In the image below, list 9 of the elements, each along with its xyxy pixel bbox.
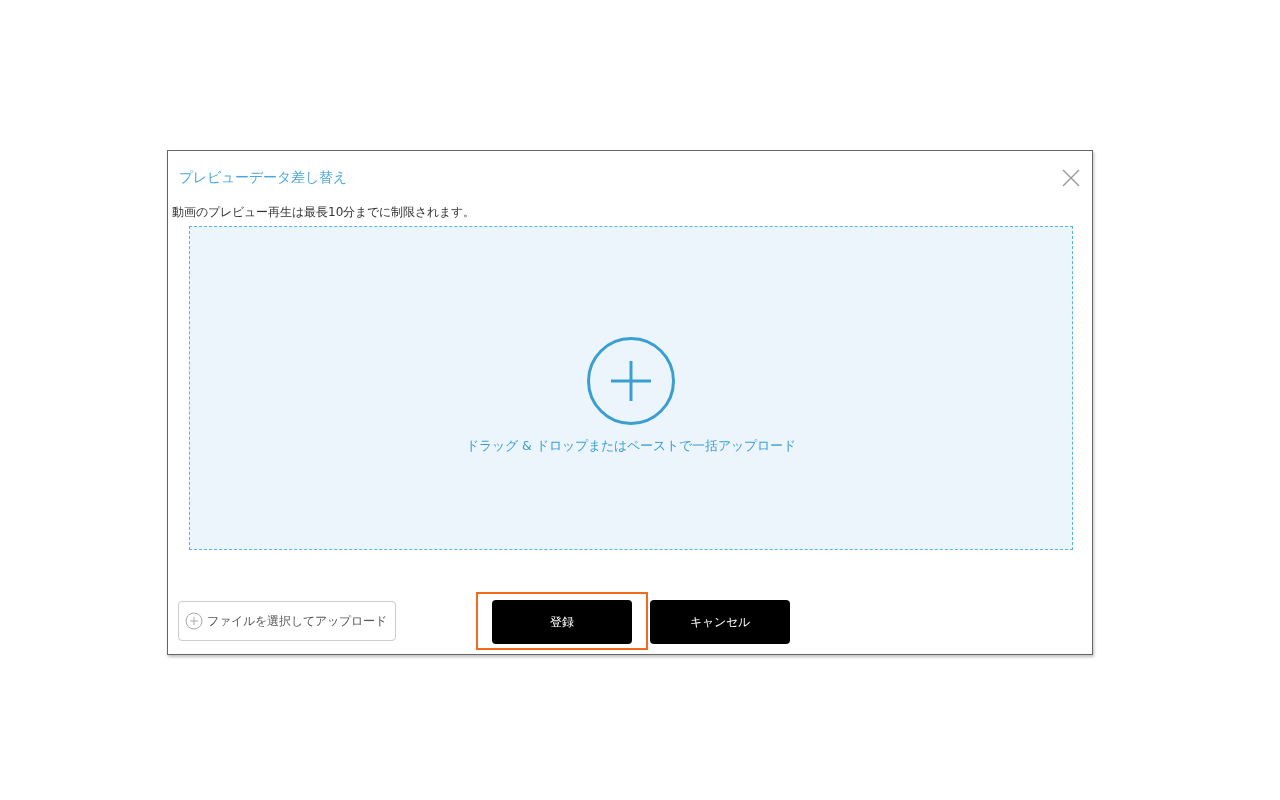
action-button[interactable]: キャンセル — [650, 600, 790, 644]
close-icon[interactable] — [1062, 169, 1080, 187]
plus-circle-icon — [586, 335, 676, 426]
file-upload-button[interactable]: ファイルを選択してアップロード — [178, 601, 396, 641]
plus-circle-icon — [185, 612, 203, 630]
action-button[interactable]: 登録 — [492, 600, 632, 644]
dialog-title: プレビューデータ差し替え — [179, 169, 347, 187]
notice-text: 動画のプレビュー再生は最長10分までに制限されます。 — [172, 205, 477, 220]
drop-zone-label: ドラッグ & ドロップまたはペーストで一括アップロード — [466, 437, 796, 455]
